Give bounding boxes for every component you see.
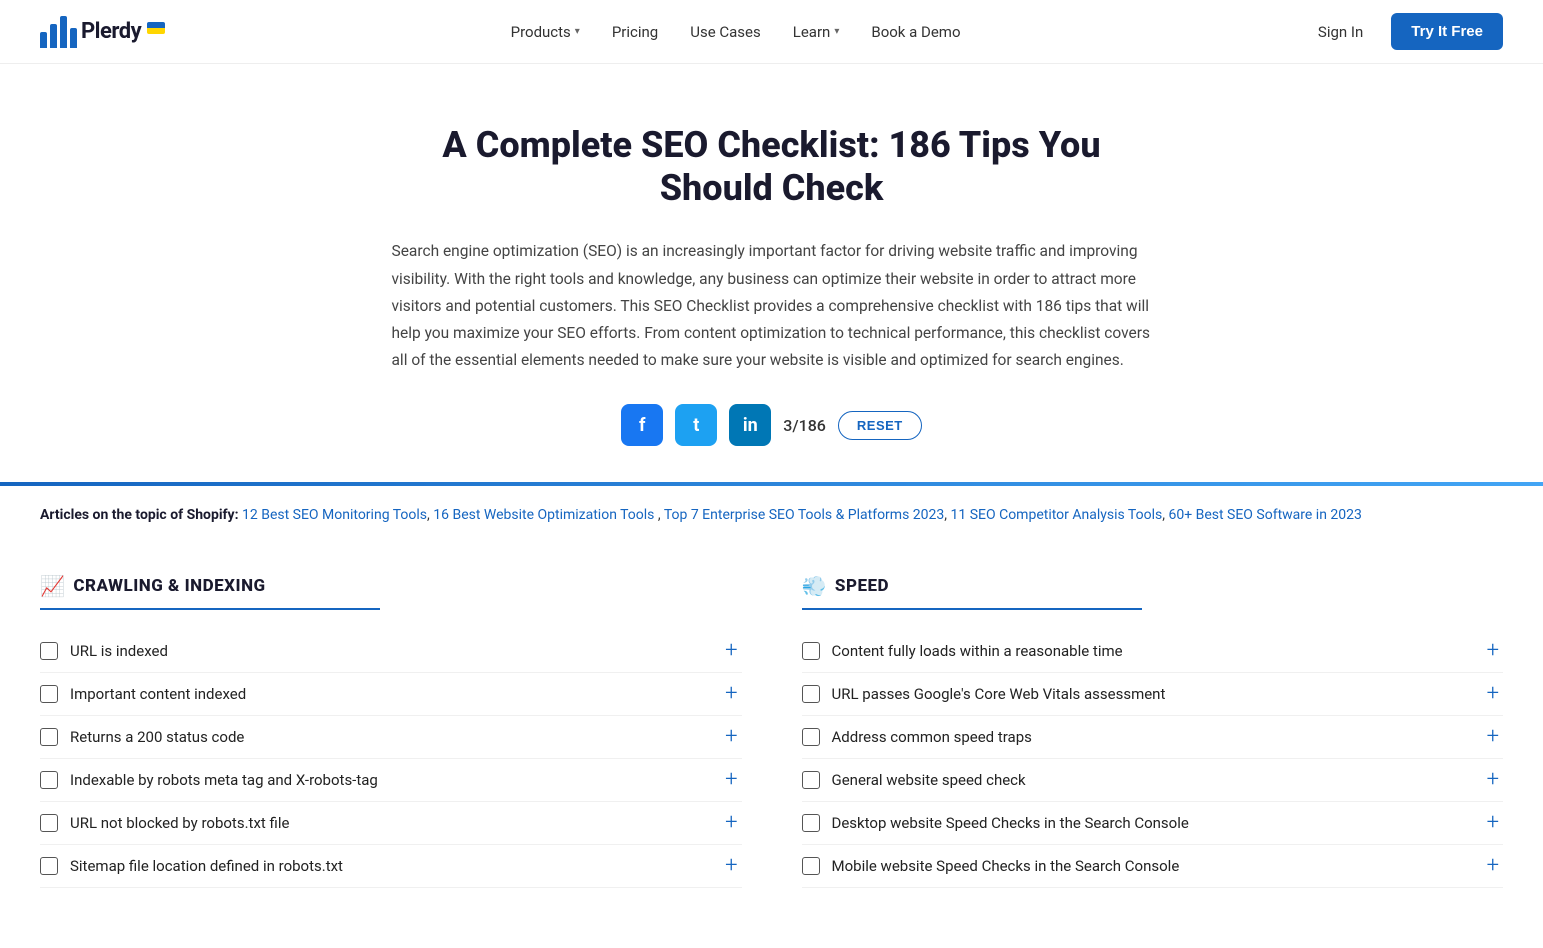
expand-button[interactable]: + bbox=[1483, 683, 1503, 705]
checkbox[interactable] bbox=[802, 857, 820, 875]
articles-prefix: Articles on the topic of Shopify: bbox=[40, 507, 239, 523]
speed-title: SPEED bbox=[835, 576, 889, 596]
hero-description: Search engine optimization (SEO) is an i… bbox=[392, 238, 1152, 374]
list-item: URL passes Google's Core Web Vitals asse… bbox=[802, 673, 1504, 716]
facebook-share-button[interactable]: f bbox=[621, 404, 663, 446]
nav-use-cases[interactable]: Use Cases bbox=[678, 15, 773, 49]
linkedin-icon: in bbox=[743, 415, 758, 436]
item-label: URL passes Google's Core Web Vitals asse… bbox=[832, 685, 1166, 703]
social-row: f t in 3/186 RESET bbox=[0, 404, 1543, 446]
chevron-down-icon: ▾ bbox=[834, 26, 839, 37]
item-label: Sitemap file location defined in robots.… bbox=[70, 857, 343, 875]
list-item: Sitemap file location defined in robots.… bbox=[40, 845, 742, 888]
article-link-1[interactable]: 12 Best SEO Monitoring Tools bbox=[242, 507, 427, 523]
nav-learn[interactable]: Learn ▾ bbox=[781, 15, 852, 49]
list-item: Desktop website Speed Checks in the Sear… bbox=[802, 802, 1504, 845]
crawling-heading: 📈 CRAWLING & INDEXING bbox=[40, 574, 380, 610]
checkbox[interactable] bbox=[40, 857, 58, 875]
expand-button[interactable]: + bbox=[721, 726, 741, 748]
facebook-icon: f bbox=[639, 415, 645, 436]
item-label: URL not blocked by robots.txt file bbox=[70, 814, 289, 832]
list-item: Address common speed traps + bbox=[802, 716, 1504, 759]
checkbox[interactable] bbox=[40, 771, 58, 789]
expand-button[interactable]: + bbox=[721, 640, 741, 662]
item-label: Content fully loads within a reasonable … bbox=[832, 642, 1123, 660]
checkbox[interactable] bbox=[40, 685, 58, 703]
article-link-4[interactable]: 11 SEO Competitor Analysis Tools bbox=[951, 507, 1163, 523]
nav-products[interactable]: Products ▾ bbox=[499, 15, 592, 49]
item-label: Mobile website Speed Checks in the Searc… bbox=[832, 857, 1180, 875]
item-label: Indexable by robots meta tag and X-robot… bbox=[70, 771, 378, 789]
item-label: URL is indexed bbox=[70, 642, 168, 660]
linkedin-share-button[interactable]: in bbox=[729, 404, 771, 446]
expand-button[interactable]: + bbox=[721, 855, 741, 877]
logo[interactable]: Plerdy bbox=[40, 16, 165, 48]
checkbox[interactable] bbox=[40, 642, 58, 660]
speed-section: 💨 SPEED Content fully loads within a rea… bbox=[802, 574, 1504, 888]
header-actions: Sign In Try It Free bbox=[1306, 13, 1503, 50]
main-nav: Products ▾ Pricing Use Cases Learn ▾ Boo… bbox=[499, 15, 973, 49]
crawling-title: CRAWLING & INDEXING bbox=[73, 576, 265, 596]
expand-button[interactable]: + bbox=[721, 683, 741, 705]
list-item: URL not blocked by robots.txt file + bbox=[40, 802, 742, 845]
list-item: Mobile website Speed Checks in the Searc… bbox=[802, 845, 1504, 888]
reset-button[interactable]: RESET bbox=[838, 411, 922, 440]
speed-emoji: 💨 bbox=[802, 574, 827, 598]
checkbox[interactable] bbox=[802, 642, 820, 660]
item-label: Important content indexed bbox=[70, 685, 246, 703]
expand-button[interactable]: + bbox=[1483, 640, 1503, 662]
speed-heading: 💨 SPEED bbox=[802, 574, 1142, 610]
hero-section: A Complete SEO Checklist: 186 Tips You S… bbox=[372, 124, 1172, 374]
twitter-icon: t bbox=[693, 415, 699, 436]
expand-button[interactable]: + bbox=[721, 769, 741, 791]
list-item: URL is indexed + bbox=[40, 630, 742, 673]
nav-pricing[interactable]: Pricing bbox=[600, 15, 670, 49]
item-label: Returns a 200 status code bbox=[70, 728, 244, 746]
item-label: Desktop website Speed Checks in the Sear… bbox=[832, 814, 1189, 832]
ukraine-flag-icon bbox=[147, 22, 165, 34]
checklist-counter: 3/186 bbox=[783, 416, 826, 435]
checklist-area: 📈 CRAWLING & INDEXING URL is indexed + I… bbox=[0, 544, 1543, 948]
expand-button[interactable]: + bbox=[721, 812, 741, 834]
checkbox[interactable] bbox=[40, 814, 58, 832]
crawling-section: 📈 CRAWLING & INDEXING URL is indexed + I… bbox=[40, 574, 742, 888]
expand-button[interactable]: + bbox=[1483, 812, 1503, 834]
chevron-down-icon: ▾ bbox=[575, 26, 580, 37]
logo-icon bbox=[40, 16, 77, 48]
try-free-button[interactable]: Try It Free bbox=[1391, 13, 1503, 50]
expand-button[interactable]: + bbox=[1483, 855, 1503, 877]
list-item: Content fully loads within a reasonable … bbox=[802, 630, 1504, 673]
list-item: General website speed check + bbox=[802, 759, 1504, 802]
list-item: Important content indexed + bbox=[40, 673, 742, 716]
header: Plerdy Products ▾ Pricing Use Cases Lear… bbox=[0, 0, 1543, 64]
checkbox[interactable] bbox=[802, 771, 820, 789]
checkbox[interactable] bbox=[40, 728, 58, 746]
articles-bar: Articles on the topic of Shopify: 12 Bes… bbox=[0, 486, 1543, 544]
expand-button[interactable]: + bbox=[1483, 726, 1503, 748]
article-link-2[interactable]: 16 Best Website Optimization Tools bbox=[433, 507, 654, 523]
list-item: Returns a 200 status code + bbox=[40, 716, 742, 759]
article-link-5[interactable]: 60+ Best SEO Software in 2023 bbox=[1168, 507, 1361, 523]
list-item: Indexable by robots meta tag and X-robot… bbox=[40, 759, 742, 802]
page-title: A Complete SEO Checklist: 186 Tips You S… bbox=[392, 124, 1152, 210]
checkbox[interactable] bbox=[802, 685, 820, 703]
item-label: Address common speed traps bbox=[832, 728, 1032, 746]
twitter-share-button[interactable]: t bbox=[675, 404, 717, 446]
logo-text: Plerdy bbox=[81, 19, 141, 44]
expand-button[interactable]: + bbox=[1483, 769, 1503, 791]
checkbox[interactable] bbox=[802, 728, 820, 746]
nav-book-demo[interactable]: Book a Demo bbox=[859, 15, 972, 49]
sign-in-link[interactable]: Sign In bbox=[1306, 15, 1375, 49]
crawling-emoji: 📈 bbox=[40, 574, 65, 598]
checkbox[interactable] bbox=[802, 814, 820, 832]
article-link-3[interactable]: Top 7 Enterprise SEO Tools & Platforms 2… bbox=[664, 507, 944, 523]
item-label: General website speed check bbox=[832, 771, 1026, 789]
